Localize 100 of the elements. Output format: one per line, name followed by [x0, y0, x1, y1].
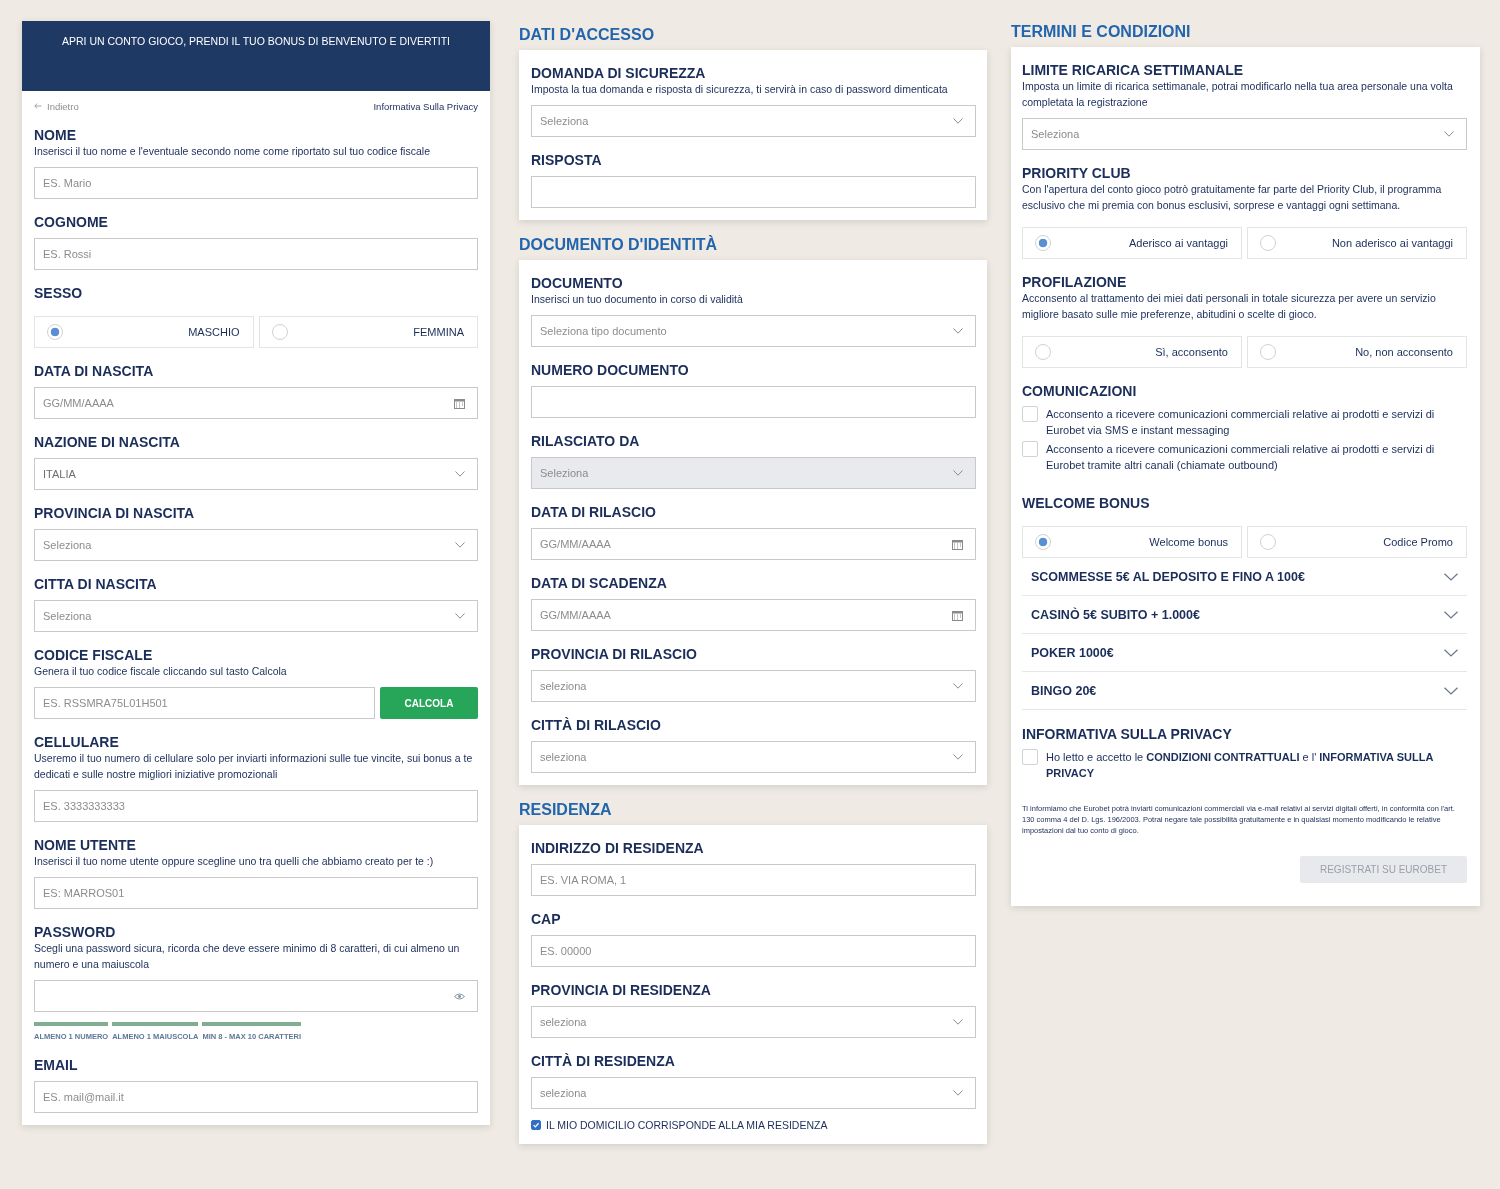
dropdown-field[interactable]: Seleziona — [34, 600, 478, 632]
dropdown-field[interactable]: seleziona — [531, 670, 976, 702]
field-label: CELLULARE — [34, 734, 120, 750]
field-description: Inserisci un tuo documento in corso di validità — [531, 292, 744, 307]
radio-option[interactable]: Sì, acconsento — [1022, 336, 1242, 368]
radio-option[interactable]: Codice Promo — [1247, 526, 1467, 558]
field-label: CODICE FISCALE — [34, 647, 154, 663]
field-label: SESSO — [34, 285, 84, 301]
text-field[interactable]: ES. VIA ROMA, 1 — [531, 864, 976, 896]
radio-icon[interactable] — [47, 324, 63, 340]
dropdown-field[interactable]: Seleziona — [1022, 118, 1467, 150]
date-field[interactable]: GG/MM/AAAA — [34, 387, 478, 419]
chevron-down-icon — [455, 542, 465, 548]
chevron-down-icon — [953, 118, 963, 124]
chevron-down-icon — [953, 1019, 963, 1025]
dropdown-field[interactable]: seleziona — [531, 741, 976, 773]
field-description: Useremo il tuo numero di cellulare solo per inviarti informazioni sulle tue vincite, sui bonus a te dedicati e sulle nostre migliori iniziative promozionali — [34, 751, 474, 782]
radio-icon[interactable] — [1260, 534, 1276, 550]
eye-icon[interactable] — [454, 992, 465, 1000]
back-link[interactable]: Indietro — [34, 100, 79, 112]
field-label: PASSWORD — [34, 924, 117, 940]
radio-icon[interactable] — [1035, 235, 1051, 251]
text-field[interactable] — [531, 176, 976, 208]
radio-icon[interactable] — [1035, 344, 1051, 360]
field-description: Acconsento al trattamento dei miei dati personali in totale sicurezza per avere un servizio migliore basato sulle mie preferenze, abitudini o scelte di gioco. — [1022, 291, 1437, 322]
calculate-button[interactable]: CALCOLA — [380, 687, 478, 719]
accordion-row[interactable]: SCOMMESSE 5€ AL DEPOSITO E FINO A 100€ — [1022, 558, 1467, 596]
radio-option[interactable]: No, non acconsento — [1247, 336, 1467, 368]
field-description: Inserisci il tuo nome utente oppure scegline uno tra quelli che abbiamo creato per te :) — [34, 854, 435, 869]
section-title: TERMINI E CONDIZIONI — [1011, 22, 1192, 42]
field-description: Scegli una password sicura, ricorda che deve essere minimo di 8 caratteri, di cui almeno un numero e una maiuscola — [34, 941, 461, 972]
date-field[interactable]: GG/MM/AAAA — [531, 599, 976, 631]
text-field[interactable]: ES: MARROS01 — [34, 877, 478, 909]
field-label: PRIORITY CLUB — [1022, 165, 1132, 181]
field-label: DATA DI NASCITA — [34, 363, 155, 379]
field-label: INFORMATIVA SULLA PRIVACY — [1022, 726, 1233, 742]
field-label: DOMANDA DI SICUREZZA — [531, 65, 707, 81]
checkbox[interactable] — [531, 1120, 541, 1130]
field-label: CITTA DI NASCITA — [34, 576, 158, 592]
field-label: DATA DI RILASCIO — [531, 504, 657, 520]
accordion-row[interactable]: CASINÒ 5€ SUBITO + 1.000€ — [1022, 596, 1467, 634]
dropdown-field[interactable]: ITALIA — [34, 458, 478, 490]
radio-option[interactable]: FEMMINA — [258, 316, 478, 348]
field-label: COGNOME — [34, 214, 109, 230]
text-field[interactable]: ES. 00000 — [531, 935, 976, 967]
field-description: Inserisci il tuo nome e l'eventuale secondo nome come riportato sul tuo codice fiscale — [34, 144, 431, 159]
arrow-left-icon — [34, 103, 42, 109]
text-field[interactable]: ES. 3333333333 — [34, 790, 478, 822]
field-label: WELCOME BONUS — [1022, 495, 1151, 511]
chevron-down-icon — [455, 471, 465, 477]
field-label: EMAIL — [34, 1057, 79, 1073]
text-field[interactable]: ES. Rossi — [34, 238, 478, 270]
text-field[interactable] — [531, 386, 976, 418]
text-field[interactable]: ES. RSSMRA75L01H501 — [34, 687, 375, 719]
field-label: DOCUMENTO — [531, 275, 624, 291]
field-label: NAZIONE DI NASCITA — [34, 434, 181, 450]
password-field[interactable] — [34, 980, 478, 1012]
dropdown-field[interactable]: Seleziona — [531, 105, 976, 137]
radio-icon[interactable] — [1260, 235, 1276, 251]
dropdown-field[interactable]: seleziona — [531, 1077, 976, 1109]
chevron-down-icon — [1444, 131, 1454, 137]
dropdown-field[interactable]: seleziona — [531, 1006, 976, 1038]
accordion-row[interactable]: POKER 1000€ — [1022, 634, 1467, 672]
accordion-row[interactable]: BINGO 20€ — [1022, 672, 1467, 710]
radio-icon[interactable] — [1260, 344, 1276, 360]
checkmark-icon — [532, 1121, 540, 1129]
field-label: LIMITE RICARICA SETTIMANALE — [1022, 62, 1245, 78]
section-title: DATI D'ACCESSO — [519, 25, 656, 45]
field-label: NOME — [34, 127, 77, 143]
radio-option[interactable]: Non aderisco ai vantaggi — [1247, 227, 1467, 259]
radio-icon[interactable] — [271, 324, 288, 340]
radio-option[interactable]: Welcome bonus — [1022, 526, 1242, 558]
section-title: RESIDENZA — [519, 800, 613, 820]
chevron-down-icon — [953, 1090, 963, 1096]
calendar-icon[interactable] — [952, 538, 963, 550]
radio-option[interactable]: MASCHIO — [34, 316, 254, 348]
field-label: CITTÀ DI RESIDENZA — [531, 1053, 676, 1069]
field-label: DATA DI SCADENZA — [531, 575, 668, 591]
dropdown-field[interactable]: Seleziona — [34, 529, 478, 561]
field-description: Imposta un limite di ricarica settimanale, potrai modificarlo nella tua area personale una volta completata la registrazione — [1022, 79, 1454, 110]
field-description: Con l'apertura del conto gioco potrò gratuitamente far parte del Priority Club, il programma esclusivo che mi premia con bonus esclusivi, sorprese e vantaggi ogni settimana. — [1022, 182, 1443, 213]
calendar-icon[interactable] — [454, 397, 465, 409]
field-label: RISPOSTA — [531, 152, 603, 168]
text-field[interactable]: ES. Mario — [34, 167, 478, 199]
field-label: INDIRIZZO DI RESIDENZA — [531, 840, 705, 856]
chevron-down-icon — [953, 683, 963, 689]
field-label: PROFILAZIONE — [1022, 274, 1128, 290]
field-description: Imposta la tua domanda e risposta di sicurezza, ti servirà in caso di password dimenticata — [531, 82, 949, 97]
radio-option[interactable]: Aderisco ai vantaggi — [1022, 227, 1242, 259]
date-field[interactable]: GG/MM/AAAA — [531, 528, 976, 560]
calendar-icon[interactable] — [952, 609, 963, 621]
radio-icon[interactable] — [1035, 534, 1051, 550]
dropdown-field[interactable]: Seleziona tipo documento — [531, 315, 976, 347]
chevron-down-icon — [953, 754, 963, 760]
checkbox-label: Ho letto e accetto le CONDIZIONI CONTRATTUALI e l' INFORMATIVA SULLA PRIVACY — [1046, 750, 1434, 781]
field-label: CITTÀ DI RILASCIO — [531, 717, 662, 733]
text-field[interactable]: ES. mail@mail.it — [34, 1081, 478, 1113]
section-title: DOCUMENTO D'IDENTITÀ — [519, 235, 719, 255]
privacy-link[interactable]: Informativa Sulla Privacy — [373, 100, 478, 112]
checkbox-label: Acconsento a ricevere comunicazioni commerciali relative ai prodotti e servizi di Eurobet tramite altri canali (chiamate outbound) — [1046, 442, 1436, 473]
